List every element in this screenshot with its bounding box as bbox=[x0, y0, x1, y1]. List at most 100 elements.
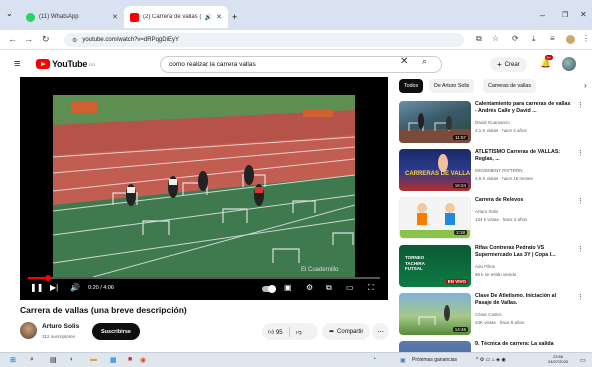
extensions-icon[interactable]: ⟳ bbox=[512, 34, 519, 43]
recommendation-channel[interactable]: MOVEMENT PATTERN bbox=[475, 168, 523, 173]
search-input[interactable] bbox=[169, 61, 389, 68]
windows-start-icon[interactable]: ⊞ bbox=[10, 356, 16, 364]
tab-menu-icon[interactable]: ⌄ bbox=[6, 9, 13, 18]
clock[interactable]: 23:56 24/07/2025 bbox=[548, 354, 568, 364]
video-thumbnail[interactable]: 14:46 bbox=[399, 293, 471, 335]
edge-icon[interactable]: ◐ bbox=[70, 356, 74, 363]
more-vert-icon[interactable]: ⋮ bbox=[577, 293, 584, 301]
next-icon[interactable]: ▶| bbox=[50, 283, 58, 292]
maximize-icon[interactable]: ❐ bbox=[562, 11, 568, 19]
tab-title: (2) Carrera de vallas (una b... bbox=[143, 14, 201, 20]
recommendation-title[interactable]: 9. Técnica de carrera: La salida bbox=[475, 341, 571, 348]
tab-youtube[interactable]: (2) Carrera de vallas (una b... 🔊 ✕ bbox=[124, 6, 228, 28]
menu-icon[interactable]: ≡ bbox=[14, 58, 20, 70]
close-tab-icon[interactable]: ✕ bbox=[216, 13, 222, 21]
office-icon[interactable]: ■ bbox=[128, 356, 132, 363]
system-tray-icons[interactable]: ^ ⚙ ▭ ⌂ ◈ ◉ bbox=[476, 357, 506, 363]
channel-name[interactable]: Arturo Solis bbox=[42, 323, 79, 330]
pause-icon[interactable]: ❚❚ bbox=[30, 283, 43, 292]
browser-menu-icon[interactable]: ⋮ bbox=[582, 34, 590, 43]
create-button[interactable]: + Crear bbox=[490, 57, 527, 72]
theater-mode-icon[interactable]: ▭ bbox=[346, 283, 354, 292]
chrome-icon[interactable]: ◉ bbox=[140, 356, 146, 364]
subtitles-icon[interactable]: ▣ bbox=[284, 283, 292, 292]
taskbar-search-icon[interactable]: ⌕ bbox=[30, 356, 34, 364]
video-thumbnail[interactable]: 11:57 bbox=[399, 101, 471, 143]
video-thumbnail[interactable]: 2:18 bbox=[399, 197, 471, 239]
share-button[interactable]: ➦ Compartir bbox=[322, 323, 371, 340]
widgets-icon[interactable]: ◔ bbox=[372, 356, 376, 363]
back-icon[interactable]: ← bbox=[8, 34, 17, 44]
notifications-icon[interactable]: 🔔 9+ bbox=[540, 55, 553, 69]
reading-list-icon[interactable]: ≡ bbox=[550, 34, 555, 43]
more-vert-icon[interactable]: ⋮ bbox=[577, 197, 584, 205]
clear-search-icon[interactable]: ✕ bbox=[400, 56, 408, 67]
close-window-icon[interactable]: ✕ bbox=[580, 10, 587, 19]
store-icon[interactable]: ▦ bbox=[110, 356, 117, 364]
video-thumbnail[interactable] bbox=[399, 341, 471, 352]
recommendation-channel[interactable]: Ado Films bbox=[475, 264, 495, 269]
recommendation-channel[interactable]: César Castro bbox=[475, 312, 502, 317]
more-actions-button[interactable]: ⋯ bbox=[372, 323, 389, 340]
recommendation-item[interactable]: 9. Técnica de carrera: La salida bbox=[399, 341, 585, 352]
site-info-icon[interactable]: ⚙ bbox=[72, 37, 77, 44]
news-ticker[interactable]: Próximas ganancias bbox=[412, 357, 457, 363]
search-icon[interactable]: ⌕ bbox=[422, 56, 427, 67]
account-avatar[interactable] bbox=[562, 57, 576, 71]
recommendation-title[interactable]: Calentamiento para carreras de vallas - … bbox=[475, 101, 571, 114]
profile-icon[interactable] bbox=[566, 35, 575, 44]
new-tab-button[interactable]: + bbox=[232, 12, 237, 22]
more-vert-icon[interactable]: ⋮ bbox=[577, 149, 584, 157]
close-tab-icon[interactable]: ✕ bbox=[112, 13, 118, 21]
file-explorer-icon[interactable]: ▬ bbox=[90, 356, 97, 363]
youtube-logo[interactable]: YouTube CO bbox=[36, 59, 95, 69]
recommendation-title[interactable]: Carrera de Relevos bbox=[475, 197, 571, 204]
recommendation-channel[interactable]: Arturo Solis bbox=[475, 209, 498, 214]
task-view-icon[interactable]: ▤ bbox=[50, 356, 57, 364]
recommendation-title[interactable]: Rifas Contreras Pedrato VS Supermercado … bbox=[475, 245, 571, 258]
forward-icon[interactable]: → bbox=[24, 34, 33, 44]
volume-icon[interactable]: 🔊 bbox=[70, 283, 80, 292]
like-button[interactable]: 👍︎ 95 bbox=[262, 328, 283, 336]
progress-scrubber[interactable] bbox=[45, 275, 52, 281]
video-thumbnail[interactable]: CARRERAS DE VALLAS 16:24 bbox=[399, 149, 471, 191]
recommendation-item[interactable]: CARRERAS DE VALLAS 16:24 ATLETISMO Carre… bbox=[399, 149, 585, 195]
minimize-icon[interactable]: – bbox=[540, 10, 545, 20]
chip-channel[interactable]: De Arturo Solis bbox=[429, 79, 475, 93]
thumbnail-text: TORNEO TACHIRA FUTSAL bbox=[405, 255, 425, 271]
progress-bar[interactable] bbox=[28, 277, 380, 279]
chip-all[interactable]: Todos bbox=[399, 79, 424, 93]
recommendation-item[interactable]: 2:18 Carrera de Relevos Arturo Solis 134… bbox=[399, 197, 585, 243]
autoplay-toggle[interactable] bbox=[262, 285, 276, 293]
share-label: Compartir bbox=[337, 328, 364, 335]
recommendation-item[interactable]: TORNEO TACHIRA FUTSAL EN VIVO Rifas Cont… bbox=[399, 245, 585, 291]
translate-icon[interactable]: ⧉ bbox=[476, 34, 482, 44]
more-vert-icon[interactable]: ⋮ bbox=[577, 245, 584, 253]
bookmark-star-icon[interactable]: ☆ bbox=[492, 34, 499, 43]
settings-icon[interactable]: ⚙ bbox=[306, 283, 313, 292]
chevron-right-icon[interactable]: › bbox=[584, 81, 587, 90]
audio-icon[interactable]: 🔊 bbox=[205, 14, 212, 21]
recommendation-item[interactable]: 11:57 Calentamiento para carreras de val… bbox=[399, 101, 585, 147]
recommendation-title[interactable]: ATLETISMO Carreras de VALLAS: Reglas, ..… bbox=[475, 149, 571, 162]
download-icon[interactable]: ⤓ bbox=[532, 34, 536, 44]
fullscreen-icon[interactable]: ⛶ bbox=[368, 283, 374, 293]
news-thumbnail-icon[interactable]: ▣ bbox=[400, 357, 406, 364]
video-thumbnail[interactable]: TORNEO TACHIRA FUTSAL EN VIVO bbox=[399, 245, 471, 287]
chip-topic[interactable]: Carreras de vallas bbox=[483, 79, 536, 93]
reload-icon[interactable]: ↻ bbox=[42, 34, 50, 45]
recommendation-item[interactable]: 14:46 Clase De Atletismo. Iniciación al … bbox=[399, 293, 585, 339]
tab-whatsapp[interactable]: (11) WhatsApp ✕ bbox=[20, 6, 124, 28]
subscribe-button[interactable]: Suscribirse bbox=[92, 323, 140, 340]
miniplayer-icon[interactable]: ⧉ bbox=[326, 283, 332, 293]
url-bar[interactable]: ⚙ youtube.com/watch?v=dRPqgDiEyY bbox=[64, 33, 464, 47]
more-vert-icon[interactable]: ⋮ bbox=[577, 101, 584, 109]
recommendation-title[interactable]: Clase De Atletismo. Iniciación al Pasaje… bbox=[475, 293, 571, 306]
dislike-button[interactable]: 👎︎ bbox=[296, 328, 302, 336]
country-code: CO bbox=[89, 61, 96, 67]
thumb-down-icon: 👎︎ bbox=[295, 329, 302, 336]
recommendation-channel[interactable]: David Guamanzo bbox=[475, 120, 510, 125]
notification-center-icon[interactable]: ▭ bbox=[580, 357, 586, 364]
channel-avatar[interactable] bbox=[20, 322, 37, 339]
video-player[interactable]: El Cuadernillo ❚❚ ▶| 🔊 0:20 / 4:06 ▣ ⚙ ⧉… bbox=[20, 77, 388, 300]
